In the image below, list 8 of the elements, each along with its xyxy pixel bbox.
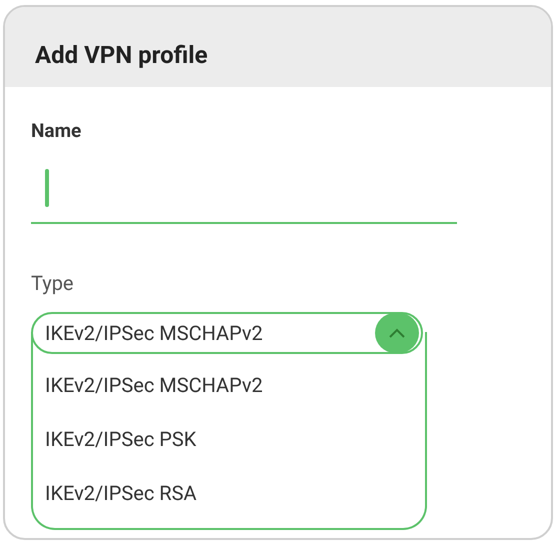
dialog-title: Add VPN profile: [35, 40, 208, 71]
option-item[interactable]: IKEv2/IPSec MSCHAPv2: [33, 358, 425, 412]
option-item[interactable]: IKEv2/IPSec PSK: [33, 412, 425, 466]
type-label: Type: [31, 270, 75, 296]
type-select[interactable]: IKEv2/IPSec MSCHAPv2: [31, 312, 423, 354]
name-label: Name: [31, 118, 82, 144]
option-item[interactable]: IKEv2/IPSec RSA: [33, 466, 425, 520]
text-cursor: [45, 168, 49, 206]
